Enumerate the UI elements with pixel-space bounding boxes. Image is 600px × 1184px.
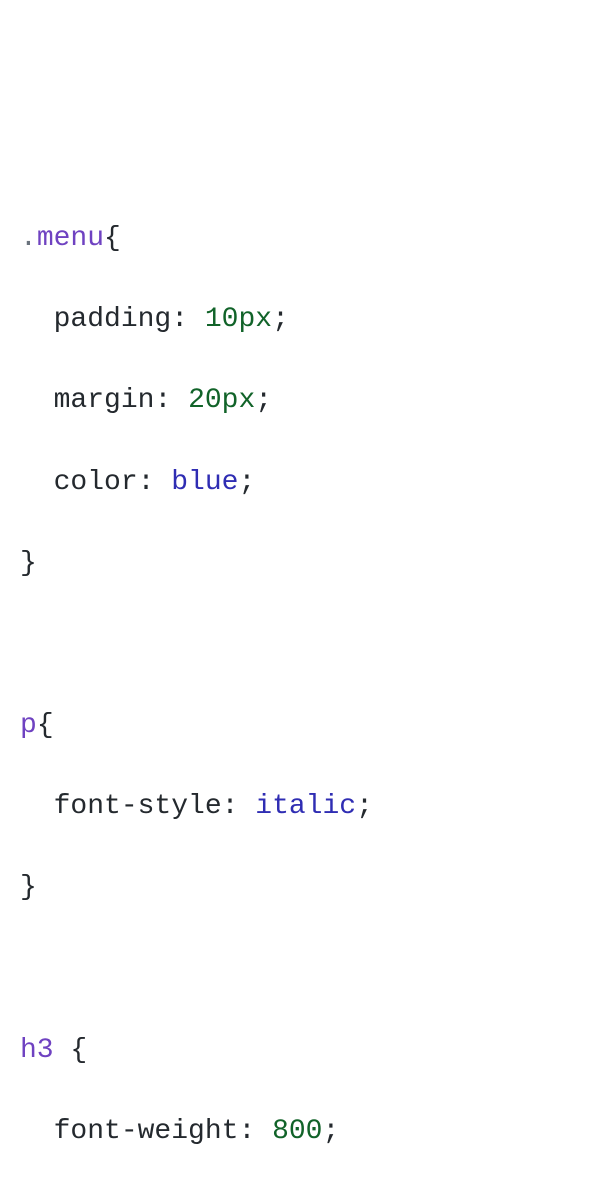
- colon: :: [154, 385, 171, 416]
- css-property: font-style: [54, 791, 222, 822]
- code-line: }: [20, 868, 580, 909]
- blank-line: [20, 625, 580, 666]
- semicolon: ;: [323, 1116, 340, 1147]
- css-value-keyword: italic: [255, 791, 356, 822]
- colon: :: [238, 1116, 255, 1147]
- semicolon: ;: [356, 791, 373, 822]
- css-unit: px: [238, 304, 272, 335]
- code-line: margin: 20px;: [20, 381, 580, 422]
- code-line: font-weight: 800;: [20, 1112, 580, 1153]
- css-unit: px: [222, 385, 256, 416]
- css-value-number: 800: [272, 1116, 322, 1147]
- css-property: margin: [54, 385, 155, 416]
- class-dot: .: [20, 223, 37, 254]
- brace-open: {: [70, 1035, 87, 1066]
- css-property: padding: [54, 304, 172, 335]
- code-line: h3 {: [20, 1031, 580, 1072]
- brace-close: }: [20, 872, 37, 903]
- blank-line: [20, 950, 580, 991]
- css-value-keyword: blue: [171, 467, 238, 498]
- semicolon: ;: [272, 304, 289, 335]
- code-block: .menu{ padding: 10px; margin: 20px; colo…: [20, 178, 580, 1184]
- css-property: font-weight: [54, 1116, 239, 1147]
- css-property: color: [54, 467, 138, 498]
- selector-class: menu: [37, 223, 104, 254]
- colon: :: [171, 304, 188, 335]
- brace-open: {: [104, 223, 121, 254]
- selector-tag: p: [20, 710, 37, 741]
- code-line: }: [20, 544, 580, 585]
- css-value-number: 20: [188, 385, 222, 416]
- code-line: padding: 10px;: [20, 300, 580, 341]
- colon: :: [138, 467, 155, 498]
- selector-tag: h3: [20, 1035, 54, 1066]
- code-line: color: blue;: [20, 463, 580, 504]
- brace-open: {: [37, 710, 54, 741]
- code-line: font-style: italic;: [20, 787, 580, 828]
- semicolon: ;: [255, 385, 272, 416]
- semicolon: ;: [238, 467, 255, 498]
- css-value-number: 10: [205, 304, 239, 335]
- code-line: .menu{: [20, 219, 580, 260]
- code-line: p{: [20, 706, 580, 747]
- colon: :: [222, 791, 239, 822]
- brace-close: }: [20, 548, 37, 579]
